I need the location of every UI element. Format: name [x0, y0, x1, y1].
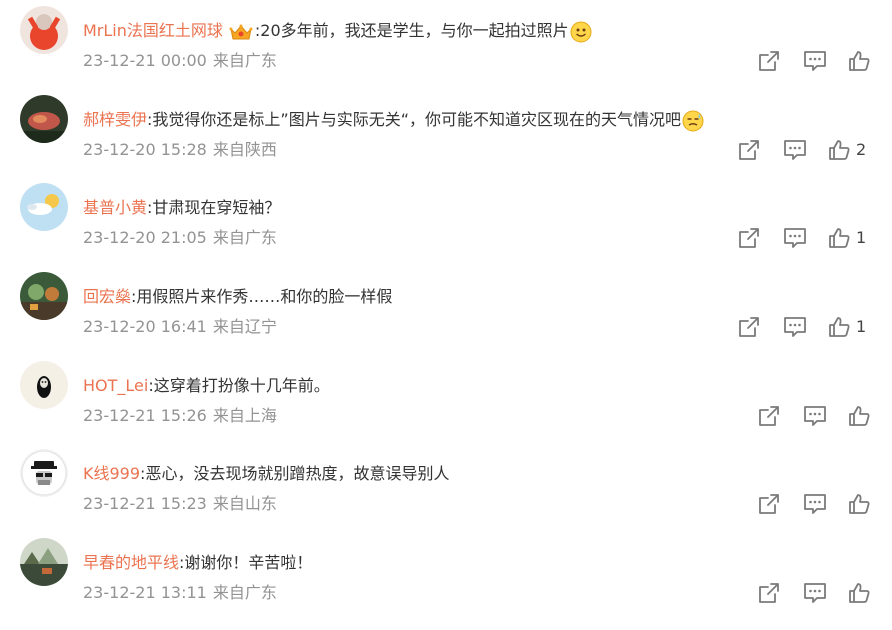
username-link[interactable]: 早春的地平线 — [83, 553, 179, 572]
comment-actions — [0, 580, 892, 606]
username-link[interactable]: MrLin法国红土网球 — [83, 21, 223, 40]
comment-item: MrLin法国红土网球:20多年前，我还是学生，与你一起拍过照片 23-12-2… — [0, 0, 892, 88]
avatar[interactable] — [20, 6, 68, 54]
sweat-emoji-icon — [682, 110, 704, 132]
like-icon[interactable] — [848, 582, 870, 608]
comment-content: HOT_Lei:这穿着打扮像十几年前。 — [83, 373, 330, 399]
like-count: 2 — [856, 140, 867, 159]
comment-content: K线999:恶心，没去现场就别蹭热度，故意误导别人 — [83, 461, 449, 487]
crown-badge-icon — [229, 23, 253, 41]
comment-actions — [0, 403, 892, 429]
avatar[interactable] — [20, 538, 68, 586]
smile-emoji-icon — [570, 21, 592, 43]
like-icon[interactable] — [828, 139, 850, 165]
like-icon[interactable] — [848, 493, 870, 519]
comment-actions — [0, 48, 892, 74]
comment-icon[interactable] — [803, 493, 827, 519]
comment-item: 基普小黄:甘肃现在穿短袖？ 23-12-20 21:05 来自广东 1 — [0, 177, 892, 265]
comment-content: 郝梓雯伊:我觉得你还是标上”图片与实际无关“，你可能不知道灾区现在的天气情况吧 — [83, 107, 704, 133]
comment-content: 回宏燊:用假照片来作秀……和你的脸一样假 — [83, 284, 392, 310]
avatar[interactable] — [20, 361, 68, 409]
comment-text: 谢谢你！辛苦啦！ — [184, 553, 313, 572]
comment-text: 这穿着打扮像十几年前。 — [153, 376, 330, 395]
comment-actions: 1 — [0, 225, 892, 251]
username-link[interactable]: HOT_Lei — [83, 376, 148, 395]
comment-item: HOT_Lei:这穿着打扮像十几年前。 23-12-21 15:26 来自上海 — [0, 355, 892, 443]
comment-content: 基普小黄:甘肃现在穿短袖？ — [83, 195, 280, 221]
avatar[interactable] — [20, 272, 68, 320]
comment-icon[interactable] — [803, 50, 827, 76]
comment-text: 恶心，没去现场就别蹭热度，故意误导别人 — [145, 464, 450, 483]
comment-actions — [0, 491, 892, 517]
avatar[interactable] — [20, 183, 68, 231]
comment-icon[interactable] — [803, 582, 827, 608]
like-count: 1 — [856, 317, 867, 336]
comment-icon[interactable] — [783, 316, 807, 342]
comment-content: 早春的地平线:谢谢你！辛苦啦！ — [83, 550, 312, 576]
comment-text: 我觉得你还是标上”图片与实际无关“，你可能不知道灾区现在的天气情况吧 — [152, 110, 681, 129]
comment-icon[interactable] — [783, 139, 807, 165]
like-icon[interactable] — [848, 405, 870, 431]
comment-text: 甘肃现在穿短袖？ — [152, 198, 281, 217]
share-icon[interactable] — [738, 316, 760, 342]
username-link[interactable]: 回宏燊 — [83, 287, 131, 306]
avatar[interactable] — [20, 449, 68, 497]
comment-icon[interactable] — [783, 227, 807, 253]
comment-item: 郝梓雯伊:我觉得你还是标上”图片与实际无关“，你可能不知道灾区现在的天气情况吧 … — [0, 89, 892, 177]
comment-icon[interactable] — [803, 405, 827, 431]
like-icon[interactable] — [848, 50, 870, 76]
username-link[interactable]: K线999 — [83, 464, 140, 483]
like-icon[interactable] — [828, 227, 850, 253]
share-icon[interactable] — [738, 139, 760, 165]
like-icon[interactable] — [828, 316, 850, 342]
share-icon[interactable] — [758, 405, 780, 431]
comment-item: 回宏燊:用假照片来作秀……和你的脸一样假 23-12-20 16:41 来自辽宁 … — [0, 266, 892, 354]
comment-text: 20多年前，我还是学生，与你一起拍过照片 — [260, 21, 569, 40]
comment-item: 早春的地平线:谢谢你！辛苦啦！ 23-12-21 13:11 来自广东 — [0, 532, 892, 620]
like-count: 1 — [856, 228, 867, 247]
comment-item: K线999:恶心，没去现场就别蹭热度，故意误导别人 23-12-21 15:23… — [0, 443, 892, 531]
comment-content: MrLin法国红土网球:20多年前，我还是学生，与你一起拍过照片 — [83, 18, 592, 44]
share-icon[interactable] — [758, 582, 780, 608]
share-icon[interactable] — [758, 50, 780, 76]
comment-actions: 2 — [0, 137, 892, 163]
username-link[interactable]: 基普小黄 — [83, 198, 147, 217]
username-link[interactable]: 郝梓雯伊 — [83, 110, 147, 129]
comment-text: 用假照片来作秀……和你的脸一样假 — [136, 287, 393, 306]
share-icon[interactable] — [758, 493, 780, 519]
avatar[interactable] — [20, 95, 68, 143]
share-icon[interactable] — [738, 227, 760, 253]
comment-actions: 1 — [0, 314, 892, 340]
